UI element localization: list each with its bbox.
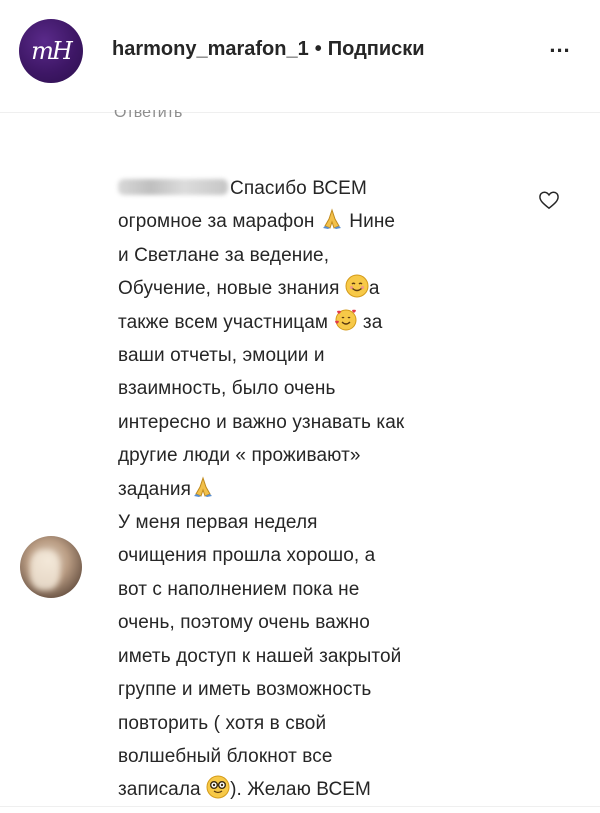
post-header: mH harmony_marafon_1 • Подписки ...	[0, 0, 600, 113]
logo-text: mH	[31, 37, 73, 65]
praying-hands-emoji-icon	[194, 476, 213, 497]
profile-avatar[interactable]: mH	[19, 19, 83, 83]
commenter-avatar[interactable]	[20, 536, 82, 598]
following-button[interactable]: Подписки	[328, 38, 425, 60]
more-options-icon[interactable]: ...	[543, 32, 577, 60]
blurred-author-name[interactable]	[118, 179, 228, 195]
praying-hands-emoji-icon	[322, 208, 341, 230]
separator-dot: •	[314, 38, 322, 60]
reply-link-cut[interactable]: Ответить	[114, 110, 182, 124]
heart-icon[interactable]	[538, 190, 560, 210]
divider	[0, 806, 600, 807]
smiling-face-with-hearts-emoji-icon	[334, 309, 356, 331]
header-title: harmony_marafon_1 • Подписки	[112, 38, 425, 61]
face-with-glasses-emoji-icon	[206, 775, 230, 799]
smiling-face-emoji-icon	[345, 274, 369, 298]
username-link[interactable]: harmony_marafon_1	[112, 38, 309, 60]
comment-text: Спасибо ВСЕМ огромное за марафон Нине и …	[118, 178, 405, 801]
